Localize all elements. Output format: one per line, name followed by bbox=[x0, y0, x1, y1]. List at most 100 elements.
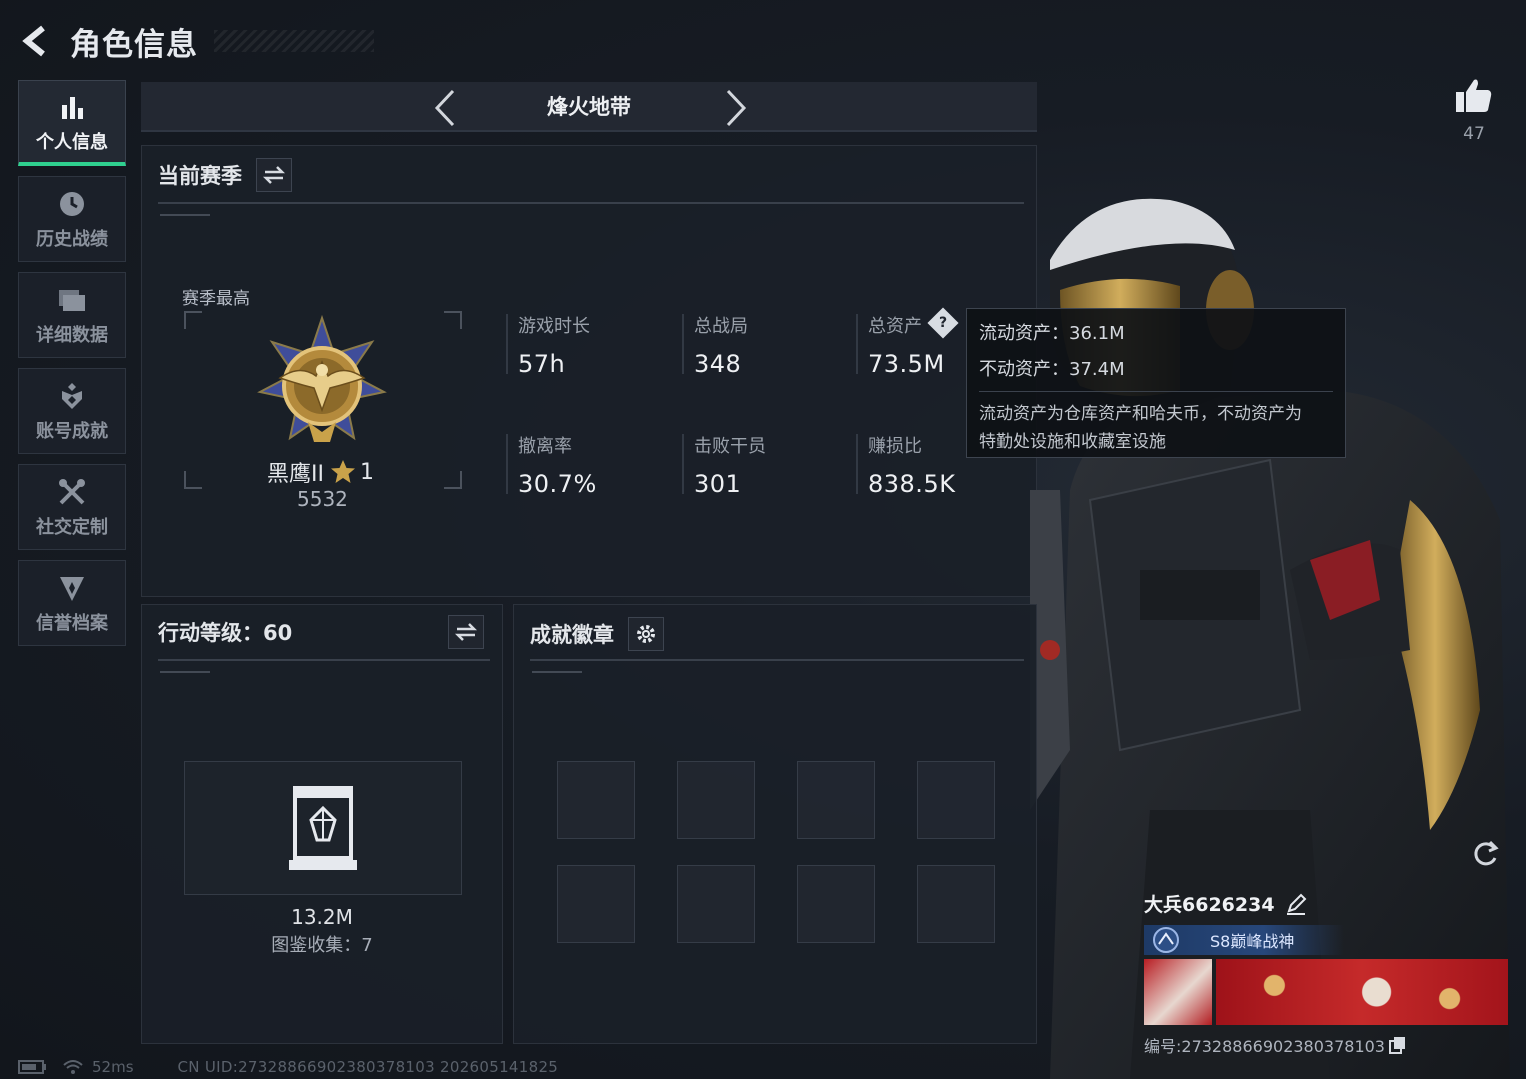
back-arrow-icon[interactable] bbox=[14, 19, 58, 63]
sidebar-item-personal-info[interactable]: 个人信息 bbox=[18, 80, 126, 166]
tools-icon bbox=[55, 475, 89, 509]
star-icon bbox=[330, 460, 355, 483]
tooltip-note-line: 特勤处设施和收藏室设施 bbox=[979, 432, 1166, 452]
mode-switcher: 烽火地带 bbox=[141, 82, 1037, 132]
action-level-title: 行动等级：60 bbox=[158, 621, 293, 645]
tooltip-fixed-assets: 不动资产：37.4M bbox=[979, 359, 1125, 380]
bar-chart-icon bbox=[55, 90, 89, 124]
history-icon bbox=[55, 187, 89, 221]
tooltip-liquid-assets: 流动资产：36.1M bbox=[979, 323, 1125, 344]
collection-count: 图鉴收集：7 bbox=[271, 935, 373, 956]
stat-label: 总战局 bbox=[694, 316, 748, 337]
chevron-left-icon[interactable] bbox=[425, 88, 465, 128]
stat-operators-defeated: 击败干员 301 bbox=[694, 432, 766, 498]
achievement-settings-button[interactable] bbox=[628, 617, 664, 651]
badge-slot[interactable] bbox=[677, 865, 755, 943]
rank-name-text: 黑鹰II bbox=[267, 462, 324, 487]
stat-separator bbox=[682, 434, 684, 494]
stat-label: 赚损比 bbox=[868, 436, 922, 457]
season-header: 当前赛季 bbox=[158, 158, 292, 192]
sidebar-item-social[interactable]: 社交定制 bbox=[18, 464, 126, 550]
divider bbox=[530, 659, 1024, 661]
badge-slot[interactable] bbox=[557, 761, 635, 839]
badge-slot[interactable] bbox=[797, 761, 875, 839]
tooltip-note-line: 流动资产为仓库资产和哈夫币，不动资产为 bbox=[979, 404, 1302, 424]
sidebar-item-reputation[interactable]: 信誉档案 bbox=[18, 560, 126, 646]
header: 角色信息 bbox=[14, 16, 374, 66]
sidebar-item-history[interactable]: 历史战绩 bbox=[18, 176, 126, 262]
sidebar: 个人信息 历史战绩 详细数据 账号成就 社交定制 信誉档案 bbox=[18, 80, 126, 656]
edit-pencil-icon[interactable] bbox=[1285, 893, 1307, 915]
divider bbox=[532, 671, 582, 673]
copy-icon[interactable] bbox=[1389, 1036, 1407, 1054]
player-id: 编号:27328866902380378103 bbox=[1144, 1037, 1385, 1056]
collection-value: 13.2M bbox=[291, 905, 353, 929]
title-emblem-icon bbox=[1153, 927, 1179, 953]
stat-value: 301 bbox=[694, 470, 742, 498]
chevron-right-icon[interactable] bbox=[716, 88, 756, 128]
divider bbox=[158, 659, 490, 661]
sidebar-item-label: 历史战绩 bbox=[36, 229, 108, 250]
achievement-icon bbox=[55, 379, 89, 413]
achievement-title: 成就徽章 bbox=[530, 623, 614, 647]
footer-uid: CN UID:27328866902380378103 202605141825 bbox=[177, 1058, 559, 1076]
stat-value: 348 bbox=[694, 350, 742, 378]
stat-value: 73.5M bbox=[868, 350, 945, 378]
player-id-row: 编号:27328866902380378103 bbox=[1144, 1033, 1514, 1057]
season-best-label: 赛季最高 bbox=[182, 289, 250, 309]
achievement-header: 成就徽章 bbox=[530, 617, 664, 651]
like-button[interactable]: 47 bbox=[1450, 78, 1498, 144]
stat-separator bbox=[856, 434, 858, 494]
badge-slot[interactable] bbox=[917, 865, 995, 943]
ping-value: 52ms bbox=[92, 1058, 134, 1076]
stat-profit-ratio: 赚损比 838.5K bbox=[868, 432, 955, 498]
action-level-panel: 行动等级：60 13.2M 图鉴收集：7 bbox=[141, 604, 503, 1044]
action-header: 行动等级：60 bbox=[158, 617, 292, 647]
page-title: 角色信息 bbox=[70, 26, 198, 63]
player-title-badge: S8巅峰战神 bbox=[1144, 925, 1344, 955]
rotate-icon[interactable] bbox=[1470, 838, 1500, 872]
swap-icon bbox=[455, 623, 477, 641]
divider bbox=[160, 671, 210, 673]
stat-label: 撤离率 bbox=[518, 436, 572, 457]
stat-separator bbox=[856, 314, 858, 374]
stat-label: 击败干员 bbox=[694, 436, 766, 457]
tooltip-note: 流动资产为仓库资产和哈夫币，不动资产为 特勤处设施和收藏室设施 bbox=[979, 391, 1333, 456]
swap-icon bbox=[263, 166, 285, 184]
player-title: S8巅峰战神 bbox=[1210, 932, 1295, 951]
sidebar-item-label: 信誉档案 bbox=[36, 613, 108, 634]
divider bbox=[160, 214, 210, 216]
action-switch-button[interactable] bbox=[448, 615, 484, 649]
stat-value: 838.5K bbox=[868, 470, 956, 498]
stat-value: 57h bbox=[518, 350, 566, 378]
sidebar-item-achievements[interactable]: 账号成就 bbox=[18, 368, 126, 454]
achievement-panel: 成就徽章 bbox=[513, 604, 1037, 1044]
stat-total-matches: 总战局 348 bbox=[694, 312, 748, 378]
sidebar-item-details[interactable]: 详细数据 bbox=[18, 272, 126, 358]
badge-slot[interactable] bbox=[677, 761, 755, 839]
stat-separator bbox=[682, 314, 684, 374]
badge-slot[interactable] bbox=[557, 865, 635, 943]
sidebar-item-label: 详细数据 bbox=[36, 325, 108, 346]
player-name-row: 大兵6626234 bbox=[1144, 890, 1514, 917]
collection-display[interactable] bbox=[184, 761, 462, 895]
player-card: 大兵6626234 S8巅峰战神 编号:27328866902380378103 bbox=[1144, 890, 1514, 1057]
stat-total-assets: 总资产? 73.5M bbox=[868, 307, 959, 378]
rank-score: 5532 bbox=[297, 487, 348, 511]
badge-slot[interactable] bbox=[917, 761, 995, 839]
badge-slot[interactable] bbox=[797, 865, 875, 943]
mode-title: 烽火地带 bbox=[547, 95, 631, 119]
reputation-icon bbox=[55, 571, 89, 605]
gear-icon bbox=[637, 625, 655, 643]
stat-label: 总资产 bbox=[868, 316, 922, 337]
help-icon[interactable]: ? bbox=[927, 307, 959, 339]
stat-extract-rate: 撤离率 30.7% bbox=[518, 432, 597, 498]
status-bar: 52ms CN UID:27328866902380378103 2026051… bbox=[18, 1058, 558, 1076]
rank-stars: 1 bbox=[359, 459, 374, 485]
wifi-icon bbox=[63, 1060, 83, 1074]
stat-play-time: 游戏时长 57h bbox=[518, 312, 590, 378]
sidebar-item-label: 个人信息 bbox=[36, 131, 108, 153]
season-switch-button[interactable] bbox=[256, 158, 292, 192]
collection-case-icon bbox=[289, 786, 357, 870]
season-title: 当前赛季 bbox=[158, 164, 242, 188]
